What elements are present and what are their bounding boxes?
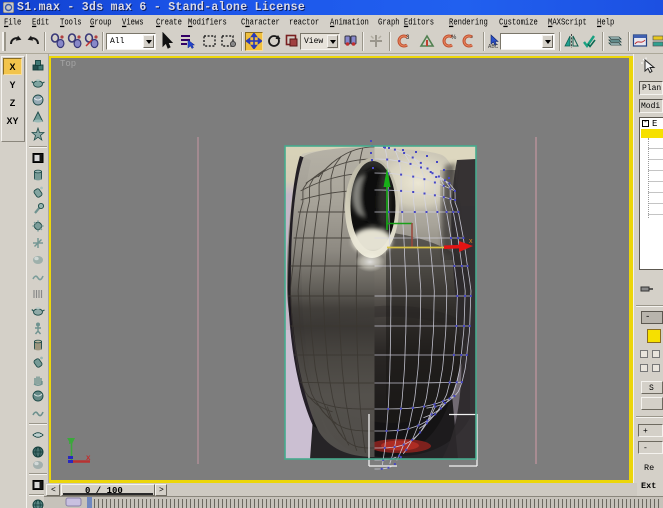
svg-text:x: x [469, 238, 473, 245]
svg-text:3: 3 [406, 35, 410, 41]
svg-text:ABC: ABC [488, 44, 499, 49]
svg-text:▫: ▫ [471, 35, 473, 41]
svg-text:%: % [451, 35, 457, 41]
svg-text:Y: Y [67, 437, 73, 446]
svg-text:x: x [86, 453, 91, 462]
